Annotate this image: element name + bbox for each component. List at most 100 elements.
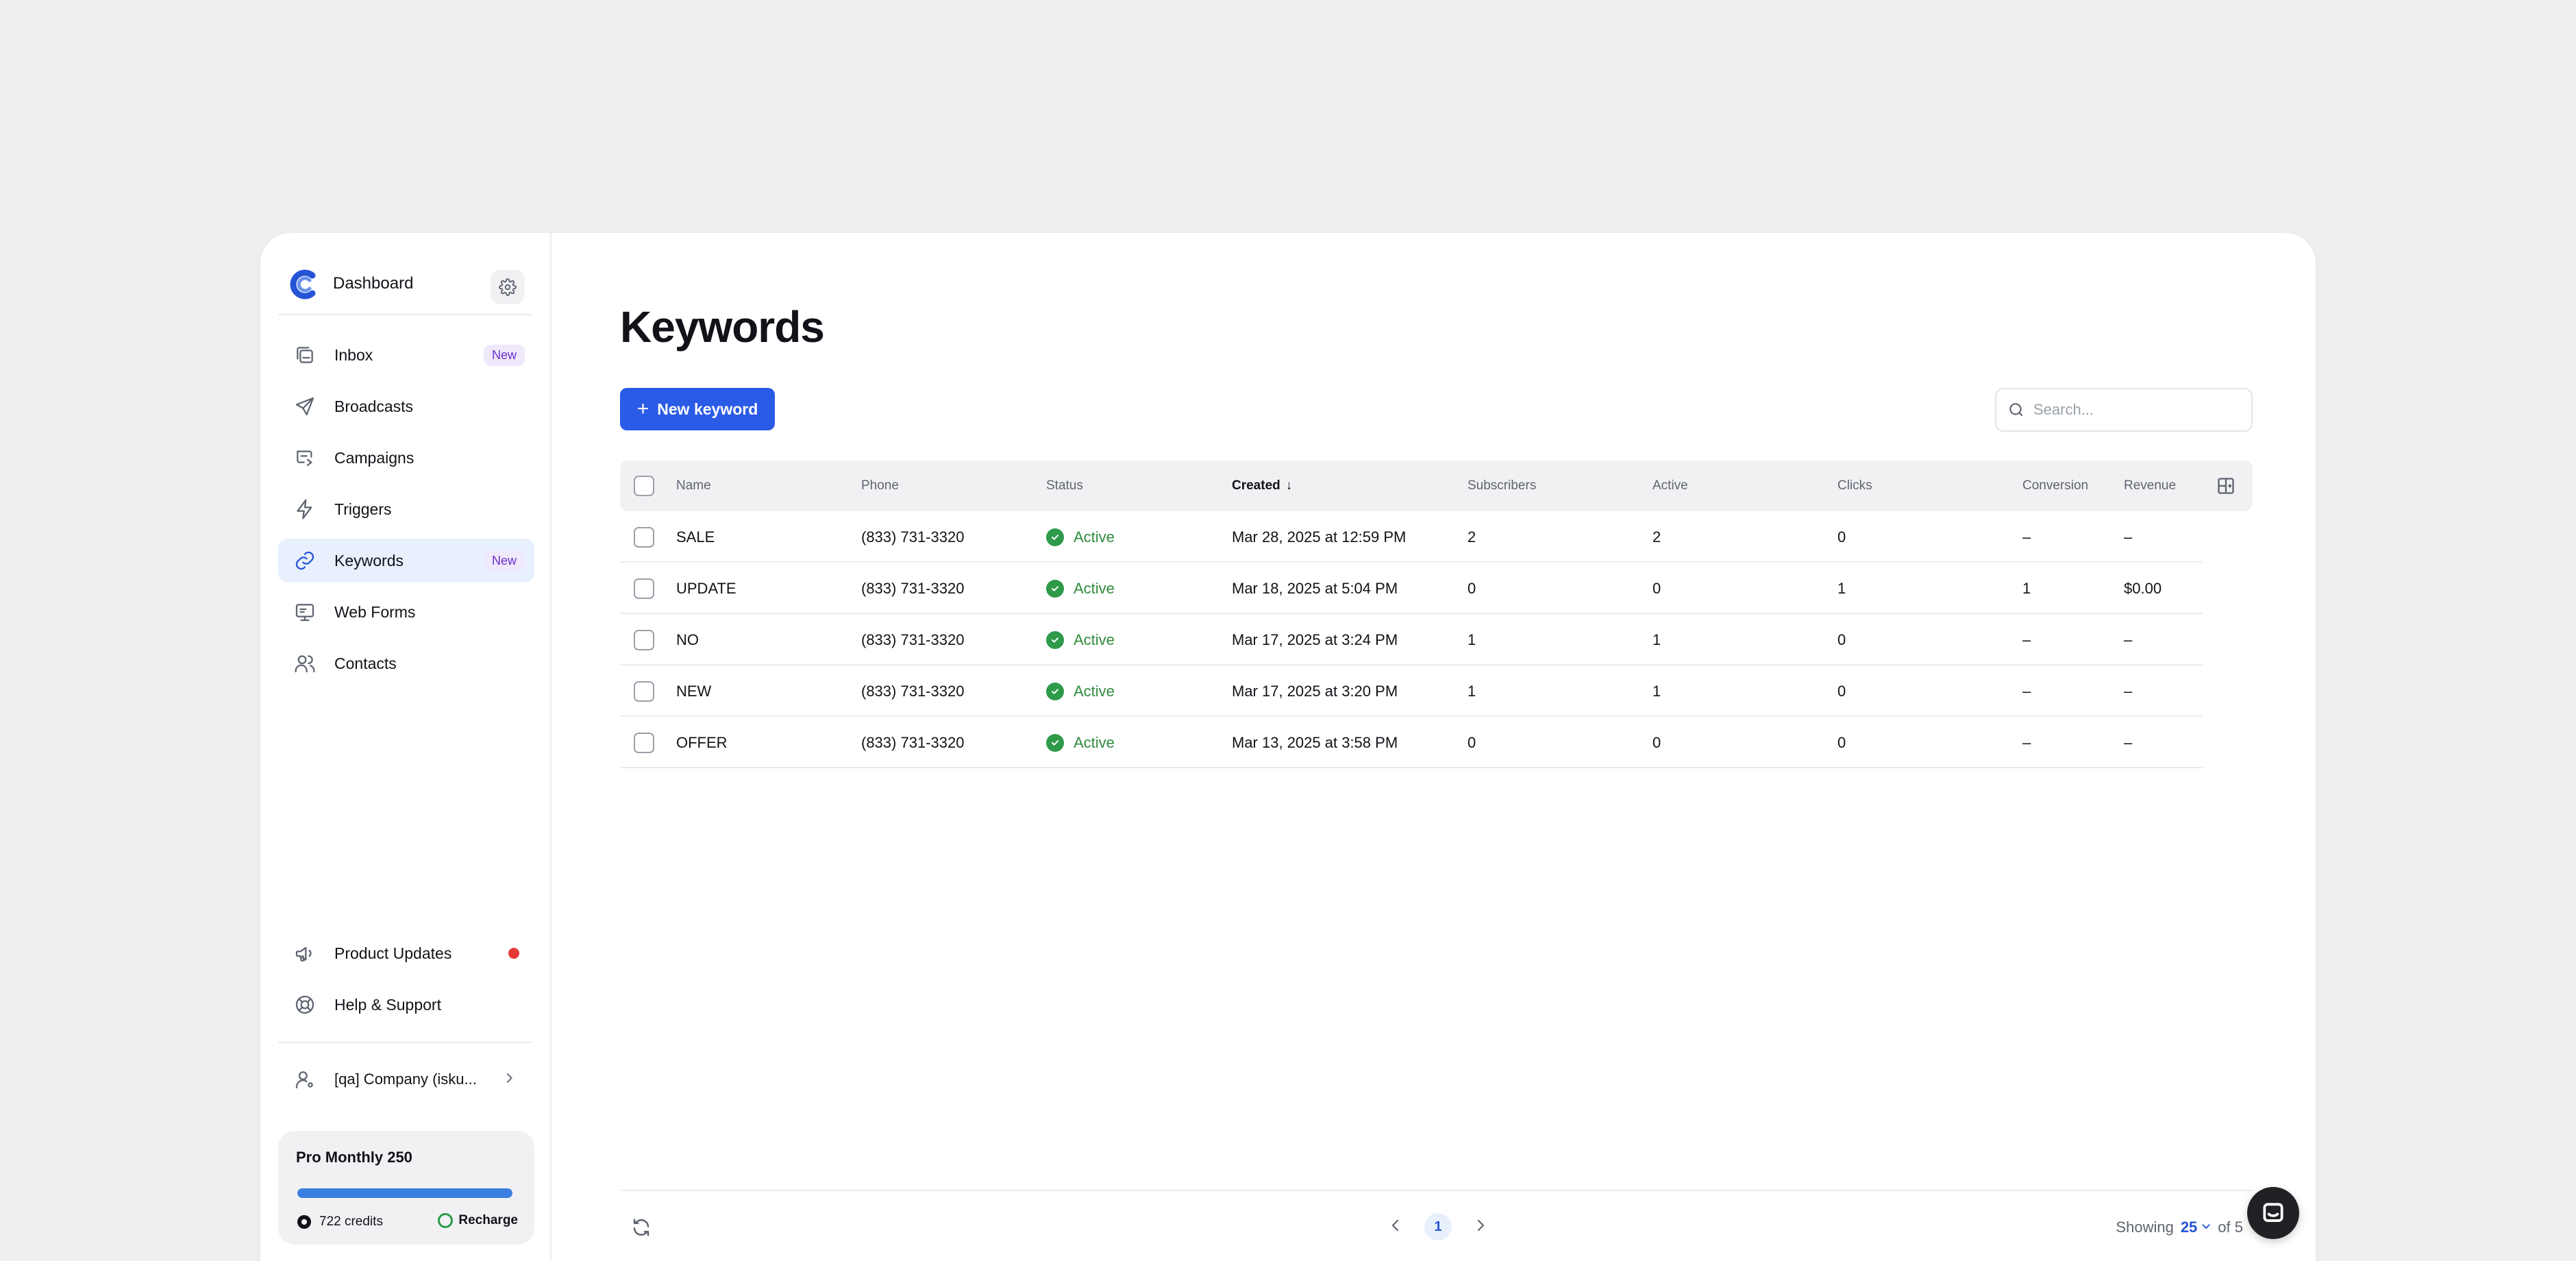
sidebar-item-keywords[interactable]: Keywords New — [278, 539, 534, 583]
column-header-active[interactable]: Active — [1652, 461, 1688, 511]
sidebar-item-inbox[interactable]: Inbox New — [278, 333, 534, 377]
cell-status: Active — [1046, 665, 1115, 717]
cell-subscribers: 2 — [1467, 528, 1476, 546]
credits-progress-fill — [297, 1188, 512, 1198]
sidebar-item-triggers[interactable]: Triggers — [278, 487, 534, 531]
cell-revenue: – — [2124, 630, 2133, 648]
table-row[interactable]: NEW (833) 731-3320 Active Mar 17, 2025 at 3… — [620, 665, 2203, 717]
link-icon — [293, 549, 317, 572]
cell-revenue: – — [2124, 528, 2133, 546]
credits-progress-bar — [297, 1188, 512, 1198]
new-badge: New — [483, 550, 525, 572]
credits-count: 722 credits — [319, 1214, 383, 1229]
dashboard-link[interactable]: Dashboard — [333, 274, 413, 293]
cell-created: Mar 17, 2025 at 3:20 PM — [1232, 682, 1398, 700]
column-header-clicks[interactable]: Clicks — [1837, 461, 1872, 511]
table-row[interactable]: OFFER (833) 731-3320 Active Mar 13, 2025 at… — [620, 717, 2203, 768]
search-box[interactable] — [1995, 388, 2253, 432]
new-keyword-button[interactable]: + New keyword — [620, 388, 775, 430]
sidebar-item-product-updates[interactable]: Product Updates — [278, 931, 534, 975]
cell-subscribers: 1 — [1467, 630, 1476, 648]
cell-created: Mar 17, 2025 at 3:24 PM — [1232, 630, 1398, 648]
column-settings-button[interactable] — [2216, 461, 2236, 511]
cell-status: Active — [1046, 614, 1115, 665]
cell-name[interactable]: NO — [676, 614, 699, 665]
recharge-button[interactable]: Recharge — [438, 1213, 518, 1228]
cell-created: Mar 28, 2025 at 12:59 PM — [1232, 528, 1407, 546]
pagination: 1 — [1387, 1213, 1489, 1240]
chevron-down-icon[interactable] — [2200, 1219, 2218, 1236]
cell-status: Active — [1046, 511, 1115, 563]
previous-page-button[interactable] — [1387, 1217, 1404, 1237]
sidebar-item-broadcasts[interactable]: Broadcasts — [278, 384, 534, 428]
total-count: of 5 — [2218, 1219, 2243, 1236]
row-checkbox[interactable] — [634, 732, 654, 753]
chat-icon — [2263, 1203, 2283, 1222]
table-row[interactable]: NO (833) 731-3320 Active Mar 17, 2025 at 3:… — [620, 614, 2203, 665]
per-page-select[interactable]: 25 — [2181, 1219, 2197, 1236]
column-header-subscribers[interactable]: Subscribers — [1467, 461, 1536, 511]
cell-revenue: – — [2124, 733, 2133, 751]
column-header-name[interactable]: Name — [676, 461, 711, 511]
cell-phone: (833) 731-3320 — [861, 630, 965, 648]
next-page-button[interactable] — [1472, 1217, 1489, 1237]
column-header-conversion[interactable]: Conversion — [2022, 461, 2088, 511]
cell-name[interactable]: OFFER — [676, 717, 728, 768]
recharge-label: Recharge — [458, 1213, 518, 1227]
users-icon — [293, 652, 317, 675]
status-text: Active — [1074, 528, 1115, 546]
sidebar-header: Dashboard — [260, 256, 550, 311]
sidebar-item-label: Product Updates — [334, 944, 452, 962]
company-name: [qa] Company (isku... — [334, 1070, 477, 1088]
sidebar-item-help-support[interactable]: Help & Support — [278, 983, 534, 1027]
sidebar-item-label: Triggers — [334, 500, 392, 518]
brand-logo-icon[interactable] — [289, 269, 321, 300]
sidebar-divider — [278, 1042, 532, 1043]
column-header-created[interactable]: Created ↓ — [1232, 461, 1292, 511]
row-checkbox[interactable] — [634, 578, 654, 599]
settings-button[interactable] — [491, 270, 525, 304]
sidebar-item-label: Inbox — [334, 345, 373, 364]
sidebar-item-label: Broadcasts — [334, 397, 414, 415]
gear-icon — [499, 278, 517, 296]
cell-created: Mar 13, 2025 at 3:58 PM — [1232, 733, 1398, 751]
cell-phone: (833) 731-3320 — [861, 682, 965, 700]
sidebar: Dashboard Inbox New Broadcasts Campaigns… — [260, 233, 552, 1261]
cell-name[interactable]: UPDATE — [676, 563, 736, 614]
cell-conversion: – — [2022, 528, 2031, 546]
cell-clicks: 0 — [1837, 733, 1846, 751]
chevron-left-icon — [1391, 1219, 1399, 1231]
row-checkbox[interactable] — [634, 526, 654, 548]
sidebar-item-campaigns[interactable]: Campaigns — [278, 436, 534, 480]
campaign-icon — [293, 446, 317, 469]
cell-status: Active — [1046, 717, 1115, 768]
cell-phone: (833) 731-3320 — [861, 579, 965, 597]
cell-name[interactable]: NEW — [676, 665, 711, 717]
sidebar-item-web-forms[interactable]: Web Forms — [278, 590, 534, 634]
company-switcher[interactable]: [qa] Company (isku... — [278, 1057, 534, 1101]
search-input[interactable] — [2033, 401, 2239, 419]
refresh-button[interactable] — [631, 1217, 652, 1241]
app-window: Dashboard Inbox New Broadcasts Campaigns… — [260, 233, 2316, 1261]
status-text: Active — [1074, 630, 1115, 648]
select-all-checkbox[interactable] — [634, 476, 654, 496]
column-header-phone[interactable]: Phone — [861, 461, 899, 511]
cell-name[interactable]: SALE — [676, 511, 715, 563]
row-checkbox[interactable] — [634, 681, 654, 702]
cell-subscribers: 0 — [1467, 579, 1476, 597]
chat-launcher-button[interactable] — [2247, 1187, 2299, 1239]
table-row[interactable]: SALE (833) 731-3320 Active Mar 28, 2025 at … — [620, 511, 2203, 563]
results-summary: Showing 25 of 5 — [2116, 1219, 2243, 1236]
cell-subscribers: 0 — [1467, 733, 1476, 751]
cell-active: 1 — [1652, 682, 1661, 700]
cell-conversion: – — [2022, 733, 2031, 751]
keywords-table: Name Phone Status Created ↓ Subscribers … — [620, 461, 2253, 768]
sidebar-item-contacts[interactable]: Contacts — [278, 641, 534, 685]
row-checkbox[interactable] — [634, 629, 654, 650]
sidebar-item-label: Web Forms — [334, 602, 416, 621]
table-row[interactable]: UPDATE (833) 731-3320 Active Mar 18, 2025 a… — [620, 563, 2203, 614]
column-header-revenue[interactable]: Revenue — [2124, 461, 2176, 511]
page-number-button[interactable]: 1 — [1424, 1213, 1452, 1240]
check-circle-icon — [1046, 682, 1064, 700]
column-header-status[interactable]: Status — [1046, 461, 1083, 511]
